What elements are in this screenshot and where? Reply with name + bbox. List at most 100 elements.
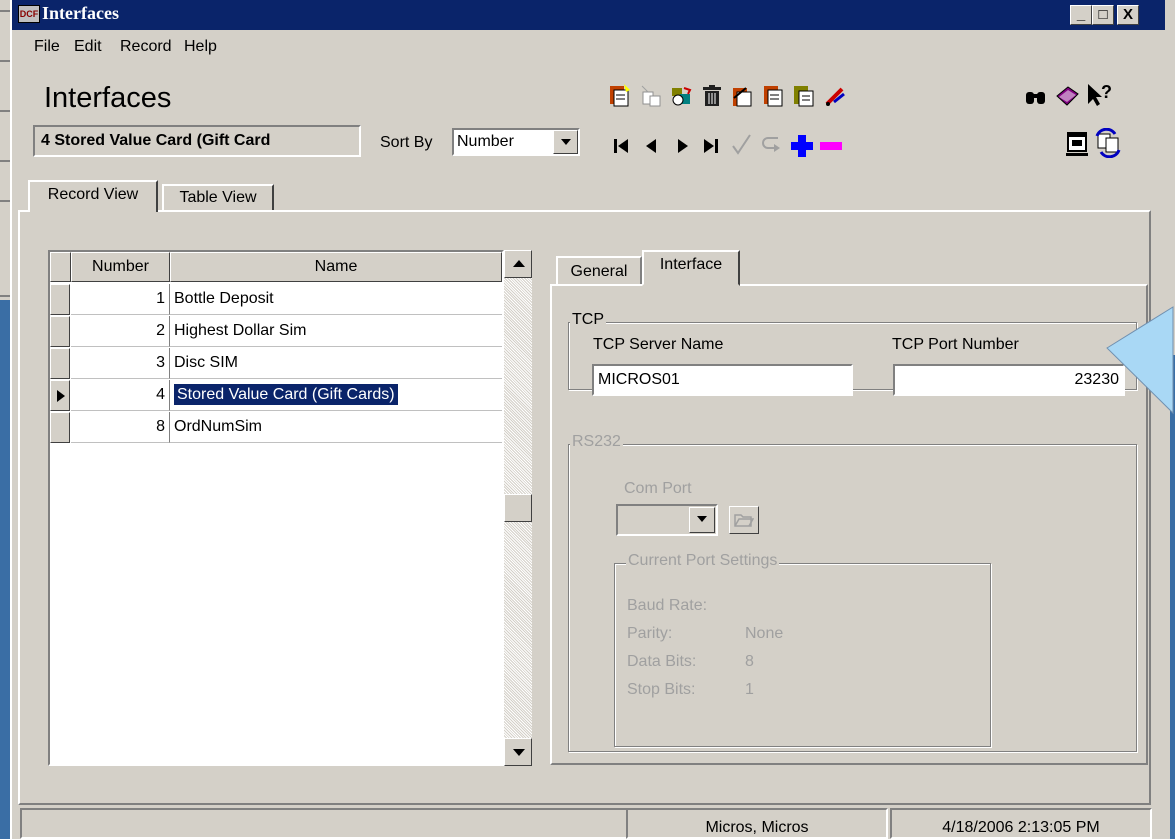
clipboard-icon[interactable]: [730, 84, 756, 108]
stop-bits-value: 1: [745, 681, 754, 698]
cell-name: Disc SIM: [170, 348, 502, 379]
first-record-button[interactable]: [612, 136, 634, 156]
table-row[interactable]: 1 Bottle Deposit: [50, 284, 502, 316]
status-bar: Micros, Micros 4/18/2006 2:13:05 PM: [12, 808, 1165, 839]
cell-number: 2: [71, 316, 170, 347]
tab-interface[interactable]: Interface: [642, 250, 740, 286]
scroll-thumb[interactable]: [504, 494, 532, 522]
table-row-selected[interactable]: 4 Stored Value Card (Gift Cards): [50, 380, 502, 412]
table-row[interactable]: 8 OrdNumSim: [50, 412, 502, 444]
tcp-server-name-label: TCP Server Name: [593, 336, 724, 353]
com-port-dropdown-button[interactable]: [689, 507, 715, 533]
refresh-icon[interactable]: [1094, 128, 1122, 158]
status-user: Micros, Micros: [626, 808, 888, 839]
menu-help[interactable]: Help: [184, 38, 217, 56]
cell-name: Bottle Deposit: [170, 284, 502, 315]
save-check-icon[interactable]: [730, 132, 754, 158]
prev-record-button[interactable]: [642, 136, 664, 156]
close-button[interactable]: X: [1117, 5, 1139, 25]
parity-value: None: [745, 625, 784, 642]
app-icon[interactable]: DCF: [18, 5, 40, 23]
tcp-server-name-input[interactable]: MICROS01: [592, 364, 853, 396]
table-row[interactable]: 3 Disc SIM: [50, 348, 502, 380]
new-record-icon[interactable]: [608, 84, 632, 108]
current-record-display: 4 Stored Value Card (Gift Card: [33, 125, 361, 157]
current-port-settings-label: Current Port Settings: [626, 552, 780, 570]
rs232-group-label: RS232: [570, 433, 623, 451]
callout-arrow-annotation: [1106, 306, 1174, 415]
tcp-port-number-label: TCP Port Number: [892, 336, 1019, 353]
svg-text:?: ?: [1101, 82, 1112, 102]
tcp-group-label: TCP: [570, 311, 606, 329]
tab-table-view[interactable]: Table View: [162, 184, 274, 212]
com-port-browse-button[interactable]: [729, 506, 759, 534]
grid-scrollbar[interactable]: [504, 250, 532, 766]
scroll-up-button[interactable]: [504, 250, 532, 278]
undo-icon[interactable]: [760, 134, 784, 158]
grid-corner: [50, 252, 71, 282]
arrow-up-icon: [513, 260, 525, 267]
menu-record[interactable]: Record: [120, 38, 172, 56]
sort-by-dropdown-button[interactable]: [553, 130, 578, 154]
row-selector[interactable]: [50, 284, 70, 315]
chevron-down-icon: [697, 516, 707, 522]
row-selector[interactable]: [50, 412, 70, 443]
tab-record-view[interactable]: Record View: [28, 180, 158, 212]
page-title: Interfaces: [44, 82, 172, 114]
menu-file[interactable]: File: [34, 38, 60, 56]
cell-name-text: Bottle Deposit: [174, 290, 274, 307]
com-port-label: Com Port: [624, 480, 692, 497]
sort-by-label: Sort By: [380, 134, 433, 151]
table-row[interactable]: 2 Highest Dollar Sim: [50, 316, 502, 348]
tcp-port-number-input[interactable]: 23230: [893, 364, 1125, 396]
cell-name-text: OrdNumSim: [174, 418, 263, 435]
parity-label: Parity:: [627, 625, 673, 642]
next-record-button[interactable]: [672, 136, 694, 156]
cell-name: Stored Value Card (Gift Cards): [170, 380, 502, 411]
import-icon[interactable]: [670, 84, 694, 108]
cell-number: 1: [71, 284, 170, 315]
tab-general[interactable]: General: [556, 256, 642, 286]
remove-record-button[interactable]: [818, 134, 844, 158]
row-selector[interactable]: [50, 380, 70, 411]
window-title: Interfaces: [42, 3, 119, 23]
book-icon[interactable]: [1054, 84, 1080, 108]
scroll-down-button[interactable]: [504, 738, 532, 766]
stop-bits-label: Stop Bits:: [627, 681, 696, 698]
copy-icon[interactable]: [640, 84, 664, 108]
menu-edit[interactable]: Edit: [74, 38, 102, 56]
baud-rate-label: Baud Rate:: [627, 597, 708, 614]
title-bar[interactable]: [12, 0, 1165, 30]
status-datetime: 4/18/2006 2:13:05 PM: [890, 808, 1152, 839]
edit-record-icon[interactable]: [762, 84, 786, 108]
row-selector[interactable]: [50, 348, 70, 379]
current-row-arrow-icon: [57, 390, 65, 402]
cell-number: 3: [71, 348, 170, 379]
delete-icon[interactable]: [700, 84, 724, 108]
cell-number: 4: [71, 380, 170, 411]
data-bits-label: Data Bits:: [627, 653, 697, 670]
arrow-down-icon: [513, 749, 525, 756]
add-record-button[interactable]: [790, 134, 814, 158]
cell-name-text: Highest Dollar Sim: [174, 322, 307, 339]
help-pointer-icon[interactable]: ?: [1086, 82, 1114, 108]
chevron-down-icon: [561, 139, 571, 145]
column-header-name[interactable]: Name: [170, 252, 502, 282]
data-bits-value: 8: [745, 653, 754, 670]
binoculars-icon[interactable]: [1024, 86, 1048, 108]
minimize-button[interactable]: _: [1070, 5, 1092, 25]
cell-name-text: Stored Value Card (Gift Cards): [174, 384, 398, 405]
cell-name-text: Disc SIM: [174, 354, 238, 371]
maximize-button[interactable]: □: [1092, 5, 1114, 25]
last-record-button[interactable]: [700, 136, 722, 156]
records-grid[interactable]: Number Name 1 Bottle Deposit 2 Highest D…: [48, 250, 504, 766]
cut-icon[interactable]: [824, 84, 848, 108]
paste-icon[interactable]: [792, 84, 818, 108]
row-selector[interactable]: [50, 316, 70, 347]
column-header-number[interactable]: Number: [71, 252, 170, 282]
cell-number: 8: [71, 412, 170, 443]
cell-name: OrdNumSim: [170, 412, 502, 443]
folder-open-icon: [734, 514, 754, 527]
window-icon[interactable]: [1064, 130, 1090, 158]
cell-name: Highest Dollar Sim: [170, 316, 502, 347]
